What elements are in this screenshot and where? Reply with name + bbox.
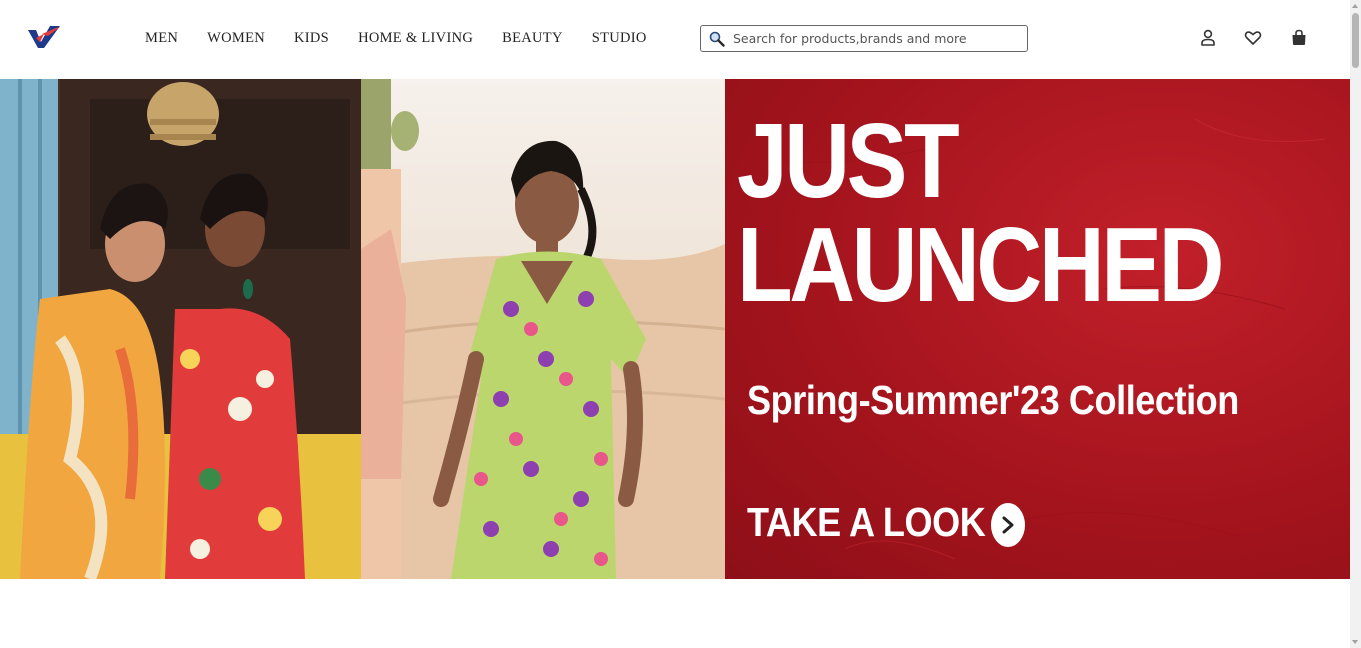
- shopping-bag-icon[interactable]: [1289, 28, 1309, 48]
- scroll-up-arrow-icon[interactable]: [1352, 4, 1358, 8]
- search-input[interactable]: [733, 28, 1021, 49]
- scroll-down-arrow-icon[interactable]: [1352, 640, 1358, 644]
- nav-item-men[interactable]: MEN: [145, 30, 178, 47]
- nav-item-studio[interactable]: STUDIO: [592, 30, 647, 47]
- headline-line-1: JUST: [737, 102, 960, 220]
- scrollbar-thumb[interactable]: [1352, 13, 1359, 68]
- cta-label: TAKE A LOOK: [747, 499, 986, 545]
- nav-item-kids[interactable]: KIDS: [294, 30, 329, 47]
- nav-item-beauty[interactable]: BEAUTY: [502, 30, 563, 47]
- hero-banner[interactable]: JUST LAUNCHED Spring-Summer'23 Collectio…: [0, 79, 1350, 579]
- brand-logo[interactable]: [26, 24, 62, 50]
- search-box: [700, 25, 1028, 52]
- headline-line-2: LAUNCHED: [737, 206, 1224, 324]
- page-scrollbar[interactable]: [1350, 0, 1361, 648]
- wishlist-heart-icon[interactable]: [1243, 28, 1263, 48]
- profile-icon[interactable]: [1198, 28, 1218, 48]
- main-nav: MEN WOMEN KIDS HOME & LIVING BEAUTY STUD…: [145, 30, 676, 47]
- take-a-look-button[interactable]: TAKE A LOOK: [747, 499, 1025, 547]
- search-icon[interactable]: [709, 31, 725, 47]
- hero-photo-model-desert: [361, 79, 725, 579]
- hero-subheading: Spring-Summer'23 Collection: [747, 377, 1239, 423]
- nav-item-women[interactable]: WOMEN: [207, 30, 265, 47]
- hero-promo-panel: JUST LAUNCHED Spring-Summer'23 Collectio…: [725, 79, 1350, 579]
- site-header: MEN WOMEN KIDS HOME & LIVING BEAUTY STUD…: [0, 0, 1350, 79]
- hero-photo-models-cafe: [0, 79, 361, 579]
- nav-item-home-living[interactable]: HOME & LIVING: [358, 30, 473, 47]
- hero-headline: JUST LAUNCHED: [737, 102, 1224, 324]
- chevron-right-icon[interactable]: [991, 503, 1025, 547]
